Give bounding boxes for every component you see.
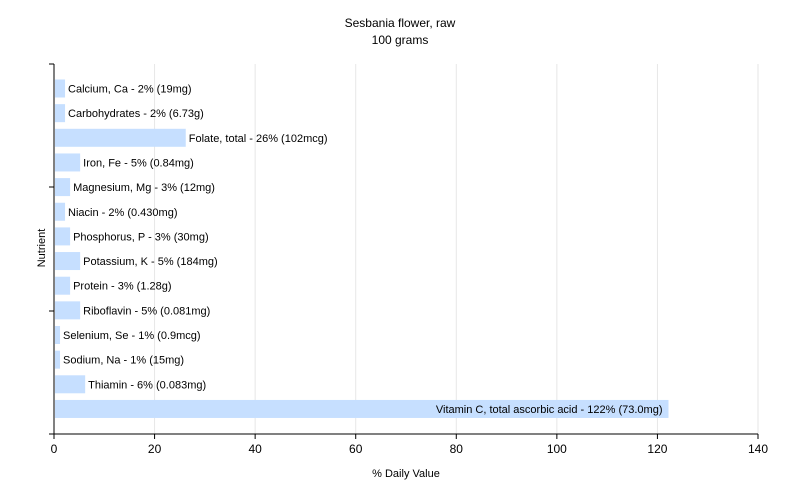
- y-axis-label: Nutrient: [36, 229, 48, 268]
- x-axis-ticks: 0 20 40 60 80 100 120 140: [51, 434, 768, 456]
- x-axis-label: % Daily Value: [372, 468, 440, 480]
- bar-2: [55, 128, 186, 147]
- bar-0: [55, 79, 66, 98]
- bar-4: [55, 178, 71, 197]
- chart-subtitle: 100 grams: [372, 33, 429, 47]
- x-tick-label-1: 20: [148, 442, 162, 456]
- bar-10: [55, 326, 61, 344]
- bar-1: [55, 104, 66, 123]
- bars: Calcium, Ca - 2% (19mg) Carbohydrates - 2…: [55, 79, 669, 418]
- bar-label-9: Riboflavin - 5% (0.081mg): [83, 305, 210, 317]
- bar-label-8: Protein - 3% (1.28g): [73, 281, 171, 293]
- bar-label-12: Thiamin - 6% (0.083mg): [88, 379, 206, 391]
- bar-5: [55, 202, 66, 221]
- bar-label-2: Folate, total - 26% (102mcg): [189, 133, 328, 145]
- bar-label-0: Calcium, Ca - 2% (19mg): [68, 84, 191, 96]
- bar-label-1: Carbohydrates - 2% (6.73g): [68, 108, 204, 120]
- gridlines: [154, 64, 759, 434]
- nutrient-bar-chart: Sesbania flower, raw 100 grams Calcium, …: [36, 16, 768, 480]
- x-tick-label-3: 60: [349, 442, 363, 456]
- bar-3: [55, 153, 81, 172]
- bar-label-7: Potassium, K - 5% (184mg): [83, 256, 218, 268]
- bar-8: [55, 276, 71, 295]
- bar-12: [55, 375, 86, 394]
- bar-label-3: Iron, Fe - 5% (0.84mg): [83, 157, 194, 169]
- x-tick-label-4: 80: [450, 442, 464, 456]
- bar-9: [55, 301, 81, 320]
- x-tick-label-6: 120: [647, 442, 667, 456]
- bar-7: [55, 252, 81, 271]
- chart-title: Sesbania flower, raw: [345, 16, 456, 30]
- bar-label-5: Niacin - 2% (0.430mg): [68, 207, 177, 219]
- bar-label-11: Sodium, Na - 1% (15mg): [63, 355, 184, 367]
- bar-6: [55, 227, 71, 246]
- x-tick-label-0: 0: [51, 442, 58, 456]
- bar-11: [55, 350, 61, 369]
- bar-label-4: Magnesium, Mg - 3% (12mg): [73, 182, 215, 194]
- x-tick-label-2: 40: [248, 442, 262, 456]
- bar-label-10: Selenium, Se - 1% (0.9mcg): [63, 330, 201, 342]
- x-tick-label-5: 100: [547, 442, 567, 456]
- bar-label-6: Phosphorus, P - 3% (30mg): [73, 231, 209, 243]
- bar-label-13: Vitamin C, total ascorbic acid - 122% (7…: [436, 404, 663, 416]
- x-tick-label-7: 140: [748, 442, 768, 456]
